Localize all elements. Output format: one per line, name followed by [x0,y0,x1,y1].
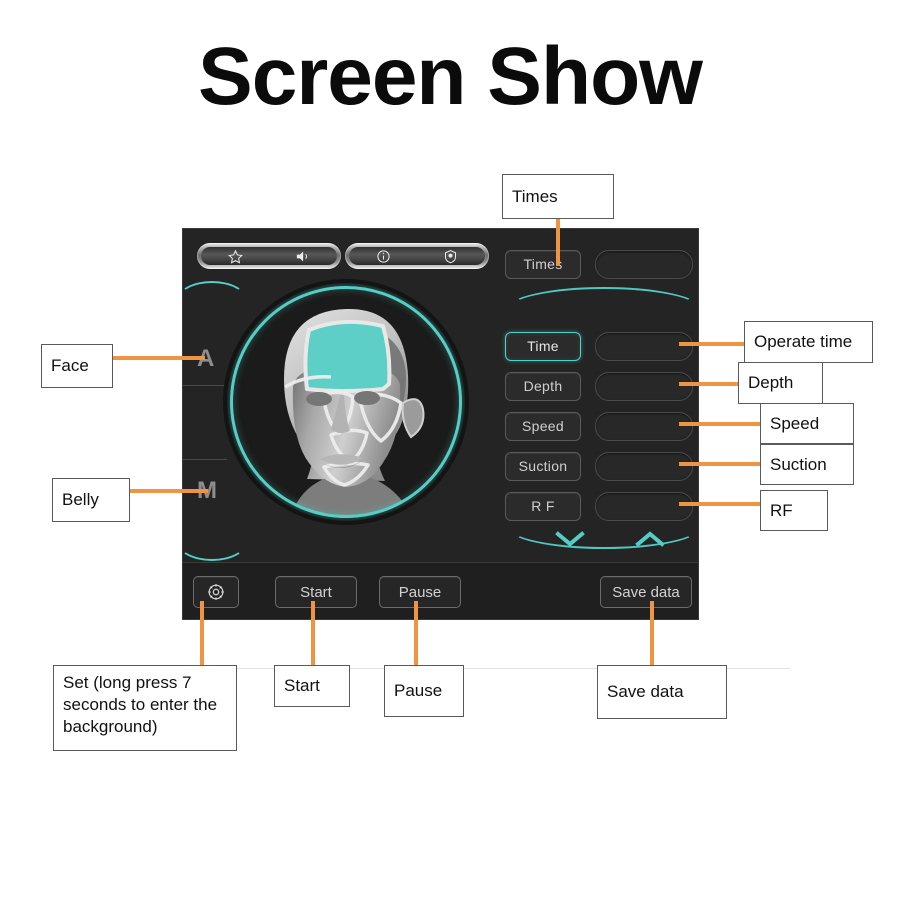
param-button-speed[interactable]: Speed [505,411,581,441]
rail-arc-bottom [177,523,247,561]
callout-depth: Depth [738,362,823,404]
connector-suction [679,462,763,466]
param-button-depth[interactable]: Depth [505,371,581,401]
connector-depth [679,382,742,386]
page-title: Screen Show [198,31,703,122]
param-button-suction[interactable]: Suction [505,451,581,481]
param-button-time[interactable]: Time [505,331,581,361]
connector-save-data [650,601,654,666]
param-value-suction[interactable] [595,451,693,481]
connector-start [311,601,315,666]
device-screen: A M Times Time Depth Speed Suction R F [177,229,701,565]
rail-divider-bottom [183,459,227,460]
connector-set [200,601,204,666]
star-icon[interactable] [227,249,243,264]
callout-suction: Suction [760,444,854,485]
callout-face: Face [41,344,113,388]
connector-rf [679,502,763,506]
param-button-times[interactable]: Times [505,249,581,279]
connector-face [110,356,205,360]
status-toolbar [197,243,489,269]
rail-divider-top [183,385,227,386]
screen-show-diagram: Screen Show A M Times Time Depth Speed S… [0,0,900,900]
callout-pause: Pause [384,665,464,717]
pause-button[interactable]: Pause [379,576,461,608]
volume-icon[interactable] [295,249,310,264]
param-row-speed: Speed [505,411,705,441]
callout-speed: Speed [760,403,854,444]
callout-rf: RF [760,490,828,531]
param-value-speed[interactable] [595,411,693,441]
callout-times: Times [502,174,614,219]
param-value-time[interactable] [595,331,693,361]
connector-belly [130,489,208,493]
device-panel: A M Times Time Depth Speed Suction R F S… [177,228,701,620]
save-data-button[interactable]: Save data [600,576,692,608]
connector-speed [679,422,763,426]
connector-pause [414,601,418,666]
status-pill-left[interactable] [197,243,341,269]
callout-save-data: Save data [597,665,727,719]
callout-set: Set (long press 7 seconds to enter the b… [53,665,237,751]
param-row-time: Time [505,331,705,361]
callout-start: Start [274,665,350,707]
gear-icon [208,584,224,600]
callout-belly: Belly [52,478,130,522]
head-illustration [230,286,462,518]
status-pill-right[interactable] [345,243,489,269]
start-button[interactable]: Start [275,576,357,608]
shield-location-icon[interactable] [443,249,458,264]
param-row-times: Times [505,249,705,279]
param-value-depth[interactable] [595,371,693,401]
param-row-suction: Suction [505,451,705,481]
forehead-highlight-region [303,319,392,393]
head-dial[interactable] [227,283,465,521]
action-bar: Start Pause Save data [183,562,698,619]
param-row-depth: Depth [505,371,705,401]
param-value-times[interactable] [595,249,693,279]
info-icon[interactable] [376,249,391,264]
param-arc-bottom [507,505,701,549]
connector-operate-time [679,342,748,346]
parameter-column: Times Time Depth Speed Suction R F [505,243,705,563]
param-arc-top [507,287,701,331]
connector-times [556,218,560,266]
callout-operate-time: Operate time [744,321,873,363]
